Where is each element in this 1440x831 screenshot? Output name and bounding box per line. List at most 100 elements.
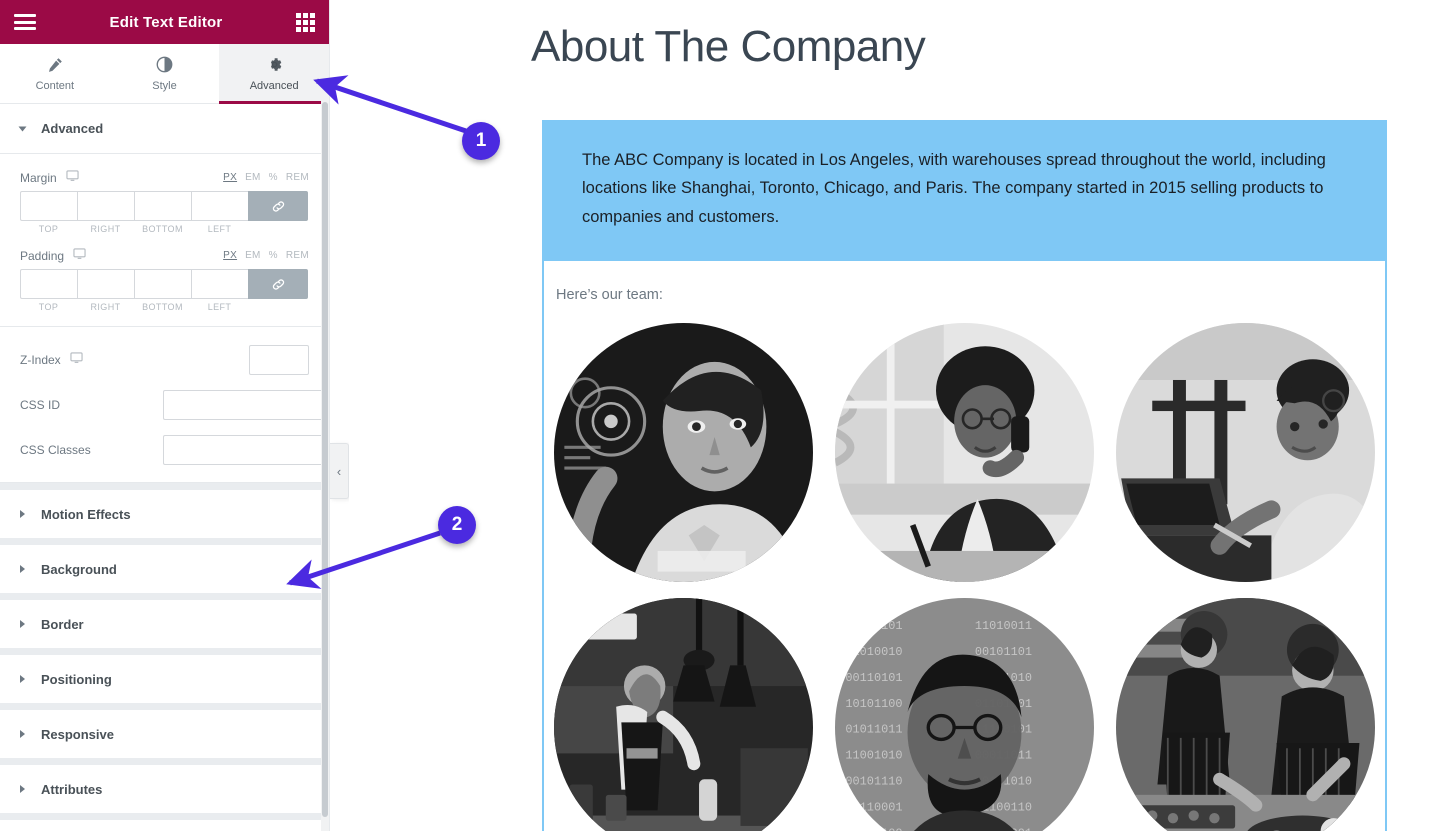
- tab-content[interactable]: Content: [0, 44, 110, 103]
- margin-unit-em[interactable]: EM: [245, 172, 261, 183]
- caret-right-icon: [20, 510, 25, 518]
- padding-unit-percent[interactable]: %: [269, 250, 278, 261]
- padding-units: PX EM % REM: [223, 250, 309, 261]
- padding-unit-px[interactable]: PX: [223, 250, 237, 261]
- padding-right-input[interactable]: [77, 269, 134, 299]
- svg-text:11010010: 11010010: [845, 645, 902, 659]
- team-photo-woman-with-holographic-display: [554, 323, 813, 583]
- annotation-badge-1: 1: [462, 122, 500, 160]
- accordion-responsive-label: Responsive: [41, 726, 114, 742]
- caret-right-icon: [20, 620, 25, 628]
- margin-units: PX EM % REM: [223, 172, 309, 183]
- margin-side-labels: TOP RIGHT BOTTOM LEFT: [20, 224, 309, 234]
- team-photo-man-with-binary-code-projection: 01001101 11010010 00110101 10101100 010110…: [835, 598, 1094, 831]
- team-section[interactable]: Here’s our team: 01001101 11010010 00110…: [542, 261, 1387, 831]
- margin-left-label: LEFT: [207, 224, 232, 234]
- accordion-background-label: Background: [41, 561, 117, 577]
- accordion-responsive[interactable]: Responsive: [0, 710, 329, 758]
- tab-advanced[interactable]: Advanced: [219, 44, 329, 104]
- caret-down-icon: [18, 126, 27, 131]
- css-id-row: CSS ID: [20, 382, 329, 427]
- callout-paragraph: The ABC Company is located in Los Angele…: [582, 151, 1326, 226]
- accordion-border-label: Border: [41, 616, 84, 632]
- tab-style[interactable]: Style: [110, 44, 220, 103]
- css-classes-input[interactable]: [163, 434, 329, 465]
- padding-inputs: [20, 269, 309, 299]
- team-photo-chef-plating-in-kitchen: [554, 598, 813, 831]
- margin-unit-percent[interactable]: %: [269, 172, 278, 183]
- tab-advanced-label: Advanced: [249, 79, 299, 92]
- margin-inputs: [20, 191, 309, 221]
- accordion-border[interactable]: Border: [0, 600, 329, 648]
- padding-side-labels: TOP RIGHT BOTTOM LEFT: [20, 302, 309, 312]
- accordion-divider: [0, 648, 329, 655]
- svg-text:00101101: 00101101: [975, 645, 1032, 659]
- panel-scrollbar-thumb[interactable]: [322, 102, 328, 817]
- accordion-divider: [0, 483, 329, 490]
- widgets-grid-icon[interactable]: [296, 12, 315, 32]
- margin-unit-px[interactable]: PX: [223, 172, 237, 183]
- svg-text:10101100: 10101100: [845, 697, 902, 711]
- panel-collapse-handle[interactable]: ‹: [330, 443, 349, 499]
- padding-left-input[interactable]: [191, 269, 248, 299]
- contrast-icon: [156, 56, 173, 74]
- annotation-badge-2-number: 2: [451, 514, 463, 535]
- margin-unit-rem[interactable]: REM: [286, 172, 309, 183]
- margin-top-input[interactable]: [20, 191, 77, 221]
- accordion-divider: [0, 538, 329, 545]
- team-photo-two-chefs-preparing-food: [1116, 598, 1375, 831]
- css-id-field-wrap: [163, 389, 329, 420]
- margin-label-group: Margin: [20, 170, 79, 185]
- elementor-settings-panel: Edit Text Editor Content Style Advanced …: [0, 0, 330, 831]
- accordion-motion-effects-label: Motion Effects: [41, 506, 131, 522]
- padding-control-row: Padding PX EM % REM: [20, 248, 309, 263]
- responsive-device-icon[interactable]: [66, 170, 79, 185]
- padding-link-values-button[interactable]: [248, 269, 308, 299]
- margin-top-label: TOP: [38, 224, 59, 234]
- accordion-background[interactable]: Background: [0, 545, 329, 593]
- accordion-attributes[interactable]: Attributes: [0, 765, 329, 813]
- blue-callout-block[interactable]: The ABC Company is located in Los Angele…: [542, 120, 1387, 262]
- margin-link-values-button[interactable]: [248, 191, 308, 221]
- margin-bottom-label: BOTTOM: [142, 224, 183, 234]
- team-photo-woman-on-phone-taking-notes: [835, 323, 1094, 583]
- svg-text:01001101: 01001101: [845, 619, 902, 633]
- padding-bottom-label: BOTTOM: [142, 302, 183, 312]
- margin-left-input[interactable]: [191, 191, 248, 221]
- tab-content-label: Content: [35, 79, 75, 92]
- accordion-divider: [0, 593, 329, 600]
- padding-top-input[interactable]: [20, 269, 77, 299]
- z-index-label: Z-Index: [20, 352, 61, 367]
- margin-right-input[interactable]: [77, 191, 134, 221]
- svg-text:11010011: 11010011: [975, 619, 1032, 633]
- pencil-icon: [47, 56, 63, 74]
- caret-right-icon: [20, 565, 25, 573]
- css-id-input[interactable]: [163, 389, 329, 420]
- section-advanced-header[interactable]: Advanced: [0, 104, 329, 154]
- z-index-input[interactable]: [249, 344, 309, 375]
- hamburger-icon[interactable]: [14, 14, 36, 30]
- section-advanced-title: Advanced: [41, 121, 104, 136]
- css-classes-label: CSS Classes: [20, 442, 91, 457]
- accordion-positioning[interactable]: Positioning: [0, 655, 329, 703]
- section-advanced-body: Margin PX EM % REM TOP RIGHT BOTTOM LEFT…: [0, 154, 329, 327]
- accordion-motion-effects[interactable]: Motion Effects: [0, 490, 329, 538]
- css-id-label: CSS ID: [20, 397, 61, 412]
- annotation-badge-2: 2: [438, 506, 476, 544]
- z-index-label-group: Z-Index: [20, 352, 249, 367]
- team-label: Here’s our team:: [556, 287, 663, 304]
- padding-bottom-input[interactable]: [134, 269, 191, 299]
- padding-left-label: LEFT: [207, 302, 232, 312]
- svg-text:01110100: 01110100: [845, 826, 902, 831]
- padding-unit-em[interactable]: EM: [245, 250, 261, 261]
- margin-right-label: RIGHT: [90, 224, 121, 234]
- panel-scrollbar[interactable]: [321, 44, 329, 831]
- padding-unit-rem[interactable]: REM: [286, 250, 309, 261]
- elementor-editor-screen: Edit Text Editor Content Style Advanced …: [0, 0, 1440, 831]
- accordion-attributes-label: Attributes: [41, 781, 103, 797]
- z-index-row: Z-Index: [20, 337, 309, 382]
- responsive-device-icon[interactable]: [73, 248, 86, 263]
- margin-bottom-input[interactable]: [134, 191, 191, 221]
- responsive-device-icon[interactable]: [70, 352, 83, 367]
- margin-control-row: Margin PX EM % REM: [20, 170, 309, 185]
